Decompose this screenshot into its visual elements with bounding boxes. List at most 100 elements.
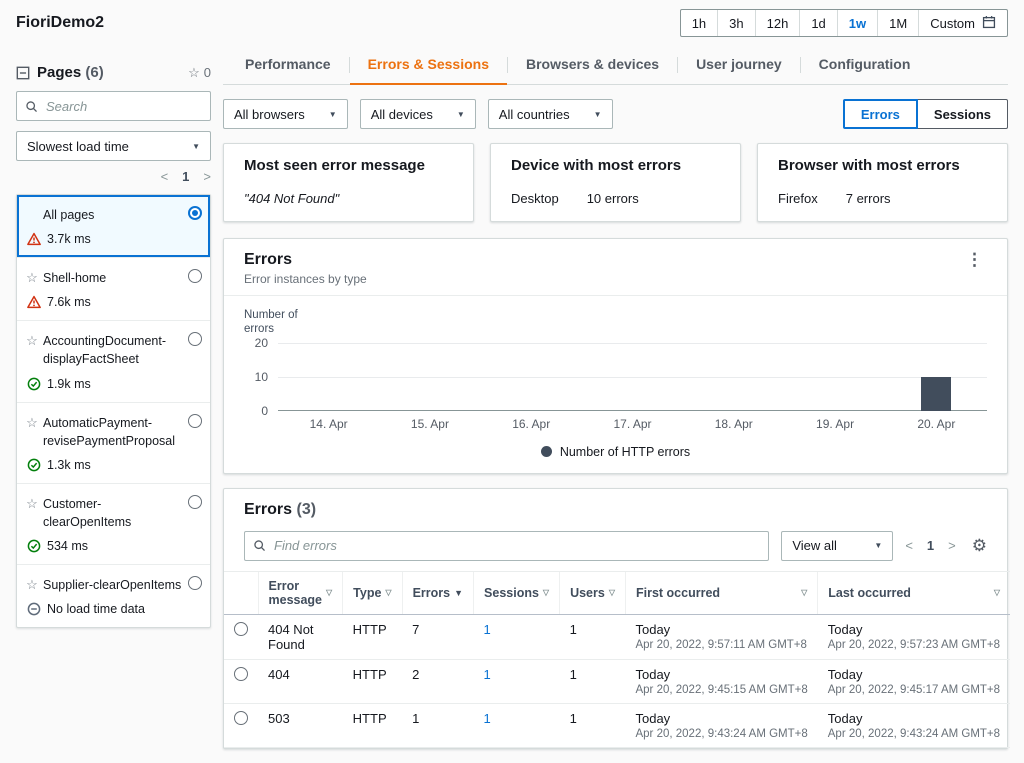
next-page-button[interactable]: > [203, 169, 211, 184]
page-radio[interactable] [188, 332, 202, 347]
row-radio[interactable] [234, 621, 248, 636]
column-label: Last occurred [828, 585, 911, 600]
gear-icon[interactable]: ⚙ [972, 537, 987, 554]
page-item-accountingdocument-displayfactsheet[interactable]: ☆ AccountingDocument-displayFactSheet 1.9k… [17, 321, 210, 403]
column-header-last-occurred[interactable]: Last occurred ▽ [817, 570, 1011, 615]
sort-down-icon[interactable]: ▽ [801, 588, 807, 597]
starred-filter[interactable]: ☆ 0 [188, 65, 211, 81]
pages-sort-select[interactable]: Slowest load time ▼ [16, 131, 211, 161]
column-header-first-occurred[interactable]: First occurred ▽ [624, 570, 818, 615]
filter-select-all-countries[interactable]: All countries ▼ [487, 99, 613, 129]
row-radio[interactable] [234, 666, 248, 681]
time-range-custom[interactable]: Custom [918, 10, 1007, 36]
sort-down-icon[interactable]: ▽ [994, 588, 1000, 597]
star-icon[interactable]: ☆ [25, 576, 39, 594]
time-range-1h[interactable]: 1h [681, 10, 717, 36]
first-occurred-day: Today [635, 710, 671, 726]
column-header-error-message[interactable]: Error message ▽ [257, 570, 343, 615]
x-tick-label: 18. Apr [714, 416, 753, 431]
find-errors-input[interactable] [272, 537, 761, 555]
view-filter-select[interactable]: View all ▼ [781, 530, 894, 561]
star-icon[interactable]: ☆ [25, 414, 39, 432]
tab-errors-sessions[interactable]: Errors & Sessions [349, 46, 507, 85]
page-radio[interactable] [188, 494, 202, 509]
page-item-customer-clearopenitems[interactable]: ☆ Customer-clearOpenItems 534 ms [17, 484, 210, 565]
column-label: Errors [412, 585, 451, 600]
time-range-12h[interactable]: 12h [754, 10, 800, 36]
pages-search-input[interactable] [44, 97, 202, 115]
page-item-shell-home[interactable]: ☆ Shell-home 7.6k ms [17, 258, 210, 322]
sort-down-icon[interactable]: ▽ [609, 588, 615, 597]
page-item-label: Shell-home [43, 271, 107, 286]
filter-select-all-browsers[interactable]: All browsers ▼ [223, 99, 348, 129]
pages-header: Pages (6) ☆ 0 [16, 64, 211, 81]
page-radio[interactable] [188, 206, 202, 220]
time-range-1m[interactable]: 1M [877, 10, 918, 36]
summary-card-device-with-most-errors: Device with most errors Desktop 10 errors [490, 143, 741, 222]
warning-icon [27, 295, 41, 309]
column-header-users[interactable]: Users ▽ [559, 570, 626, 615]
bar-20-apr[interactable] [921, 376, 952, 411]
sort-down-icon[interactable]: ▽ [385, 588, 391, 597]
toggle-errors[interactable]: Errors [842, 99, 918, 129]
current-page-number[interactable]: 1 [182, 169, 189, 184]
filter-value: All browsers [234, 106, 305, 122]
prev-page-button[interactable]: < [161, 169, 169, 184]
bar-slot [278, 343, 379, 411]
tab-configuration[interactable]: Configuration [801, 46, 929, 85]
search-icon [253, 539, 266, 552]
tab-performance[interactable]: Performance [227, 46, 349, 85]
tab-browsers-devices[interactable]: Browsers & devices [508, 46, 677, 85]
page-radio[interactable] [188, 269, 202, 284]
collapse-icon[interactable] [16, 66, 30, 80]
last-occurred-day: Today [827, 710, 863, 726]
cell-users: 1 [559, 614, 626, 660]
success-icon [27, 377, 41, 391]
next-page-button[interactable]: > [948, 538, 956, 553]
toggle-sessions[interactable]: Sessions [916, 99, 1008, 129]
time-range-1w[interactable]: 1w [836, 10, 877, 36]
sort-down-icon[interactable]: ▽ [543, 588, 549, 597]
tab-user-journey[interactable]: User journey [678, 46, 800, 85]
custom-range-label: Custom [930, 15, 975, 31]
page-item-all-pages[interactable]: All pages 3.7k ms [17, 195, 210, 259]
sort-value: Slowest load time [27, 138, 129, 154]
column-label: First occurred [635, 585, 721, 600]
card-title: Most seen error message [244, 157, 425, 174]
time-range-3h[interactable]: 3h [717, 10, 754, 36]
star-icon[interactable]: ☆ [25, 332, 39, 350]
page-item-label: All pages [43, 208, 95, 222]
errors-table: Error message ▽ Type ▽ Errors ▼ Sessions ▽ Users… [224, 570, 1011, 748]
bar-slots [278, 343, 987, 411]
kebab-menu-icon[interactable]: ⋮ [962, 251, 987, 268]
chevron-down-icon: ▼ [874, 541, 883, 551]
chart-legend[interactable]: Number of HTTP errors [244, 445, 987, 459]
column-header-errors[interactable]: Errors ▼ [401, 570, 474, 615]
star-icon[interactable]: ☆ [25, 495, 39, 513]
sort-active-icon[interactable]: ▼ [454, 588, 463, 598]
page-radio[interactable] [188, 576, 202, 590]
time-range-1d[interactable]: 1d [799, 10, 836, 36]
column-header-sessions[interactable]: Sessions ▽ [473, 570, 560, 615]
star-icon[interactable]: ☆ [25, 269, 39, 287]
current-page-number[interactable]: 1 [927, 538, 934, 553]
sessions-link[interactable]: 1 [484, 667, 491, 682]
page-item-supplier-clearopenitems[interactable]: ☆ Supplier-clearOpenItems No load time dat… [17, 565, 210, 627]
load-time-value: 1.9k ms [47, 376, 91, 391]
cell-type: HTTP [342, 659, 403, 704]
filter-select-all-devices[interactable]: All devices ▼ [359, 99, 476, 129]
star-icon: ☆ [188, 64, 200, 80]
sessions-link[interactable]: 1 [484, 622, 491, 637]
bar-slot [481, 343, 582, 411]
errors-chart-panel: Errors Error instances by type ⋮ Number … [223, 238, 1008, 474]
tab-bar: Performance Errors & Sessions Browsers & d… [223, 42, 1008, 85]
sessions-link[interactable]: 1 [484, 711, 491, 726]
page-radio[interactable] [188, 413, 202, 428]
column-header-type[interactable]: Type ▽ [342, 570, 403, 615]
row-radio[interactable] [234, 710, 248, 725]
prev-page-button[interactable]: < [905, 538, 913, 553]
column-header-inner: Users ▽ [570, 586, 615, 600]
sort-down-icon[interactable]: ▽ [326, 588, 332, 597]
page-item-automaticpayment-revisepaymentproposal[interactable]: ☆ AutomaticPayment-revisePaymentProposal 1… [17, 403, 210, 484]
page-item-label: Supplier-clearOpenItems [43, 578, 182, 592]
